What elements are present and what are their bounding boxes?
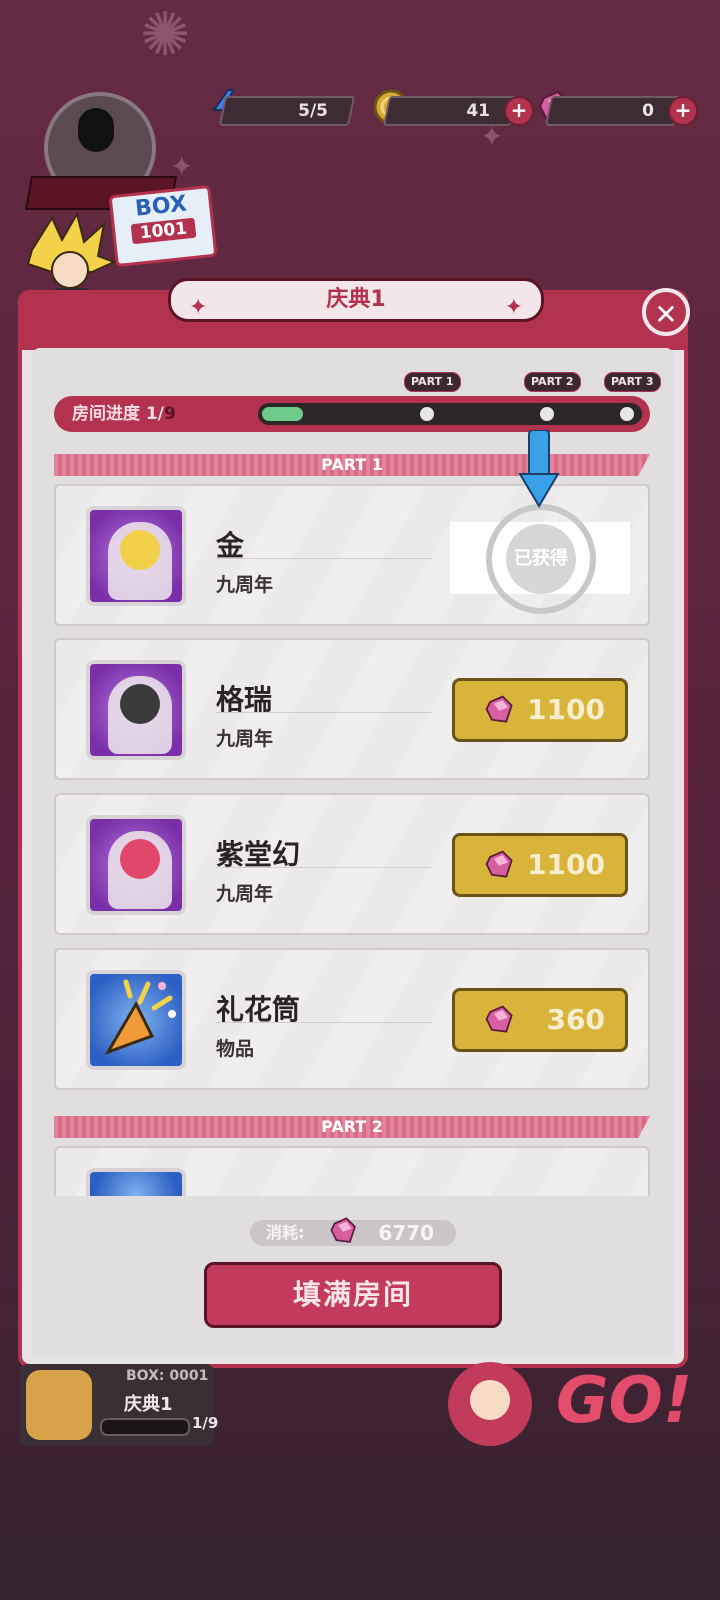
box-badge: BOX 1001 [108, 184, 218, 268]
pink-gem-icon [485, 850, 513, 878]
energy-value: 5/5 [298, 101, 328, 121]
room-progress: 房间进度 1/9 [54, 396, 650, 432]
pink-gem-icon [485, 695, 513, 723]
progress-track [258, 403, 642, 425]
close-button[interactable]: ✕ [642, 288, 690, 336]
item-card-jin[interactable]: 金 九周年 已获得 [54, 484, 650, 626]
progress-node-part1 [420, 407, 434, 421]
energy-counter: 5/5 [218, 96, 356, 126]
room-progress-bar [100, 1418, 190, 1436]
owned-stamp-text: 已获得 [514, 548, 568, 569]
cost-display: 消耗: 6770 [250, 1217, 456, 1246]
price-value: 1100 [527, 693, 605, 726]
divider [216, 1022, 432, 1023]
down-arrow-icon [518, 430, 560, 508]
item-card-party-popper[interactable]: 礼花筒 物品 360 [54, 948, 650, 1090]
hair-icon [120, 530, 160, 570]
hair-icon [120, 839, 160, 879]
item-thumbnail [86, 970, 186, 1070]
party-popper-icon [104, 979, 176, 1055]
section-label: PART 2 [321, 1117, 383, 1136]
avatar-silhouette-icon [78, 108, 114, 152]
item-thumbnail [86, 660, 186, 760]
room-character-icon [26, 1370, 92, 1440]
modal-title: 庆典1 [326, 287, 386, 312]
firework-decoration: ✺ [140, 0, 191, 70]
item-thumbnail [86, 815, 186, 915]
buy-button[interactable]: 1100 [452, 833, 628, 897]
pink-gem-icon [330, 1217, 356, 1243]
fill-room-label: 填满房间 [292, 1278, 413, 1311]
coin-value: 41 [466, 101, 490, 121]
cost-value: 6770 [378, 1221, 434, 1245]
progress-label-group: 房间进度 1/9 [72, 396, 176, 432]
part-tag-3: PART 3 [604, 372, 661, 392]
pink-gem-icon [485, 1005, 513, 1033]
section-label: PART 1 [321, 455, 383, 474]
buy-button[interactable]: 360 [452, 988, 628, 1052]
item-thumbnail [86, 506, 186, 606]
item-subtitle: 九周年 [216, 728, 274, 750]
cost-label: 消耗: [266, 1223, 305, 1242]
gem-counter: 0 [544, 96, 682, 126]
progress-label: 房间进度 [72, 404, 140, 424]
price-value: 360 [546, 1003, 605, 1036]
owned-stamp: 已获得 [486, 504, 596, 614]
item-subtitle: 九周年 [216, 574, 274, 596]
progress-total: 9 [163, 404, 176, 424]
hair-icon [120, 684, 160, 724]
progress-fill [262, 407, 303, 421]
item-subtitle: 物品 [216, 1038, 255, 1060]
add-gem-button[interactable]: + [668, 96, 698, 126]
progress-current: 1 [145, 404, 158, 424]
part-tag-2: PART 2 [524, 372, 581, 392]
fill-room-button[interactable]: 填满房间 [204, 1262, 502, 1328]
go-button[interactable]: GO! [556, 1364, 692, 1438]
gem-value: 0 [642, 101, 654, 121]
add-coin-button[interactable]: + [504, 96, 534, 126]
room-progress-text: 1/9 [192, 1414, 219, 1432]
close-icon: ✕ [654, 298, 678, 331]
room-name: 庆典1 [124, 1394, 173, 1415]
item-card-partial[interactable] [54, 1146, 650, 1218]
price-value: 1100 [527, 848, 605, 881]
item-card-gerui[interactable]: 格瑞 九周年 1100 [54, 638, 650, 780]
item-subtitle: 九周年 [216, 883, 274, 905]
divider [216, 867, 432, 868]
modal-title-pill: ✦ 庆典1 ✦ [168, 278, 544, 322]
section-header-part2: PART 2 [54, 1116, 650, 1138]
divider [216, 558, 432, 559]
coin-counter: 41 [382, 96, 518, 126]
item-card-zitanghuan[interactable]: 紫堂幻 九周年 1100 [54, 793, 650, 935]
title-star-icon: ✦ [189, 295, 208, 320]
buy-button[interactable]: 1100 [452, 678, 628, 742]
room-box-id: BOX: 0001 [126, 1368, 209, 1384]
progress-node-part3 [620, 407, 634, 421]
divider [216, 712, 432, 713]
title-star-icon: ✦ [504, 295, 523, 320]
part-tag-1: PART 1 [404, 372, 461, 392]
progress-node-part2 [540, 407, 554, 421]
owned-stamp-inner: 已获得 [506, 524, 576, 594]
section-header-part1: PART 1 [54, 454, 650, 476]
